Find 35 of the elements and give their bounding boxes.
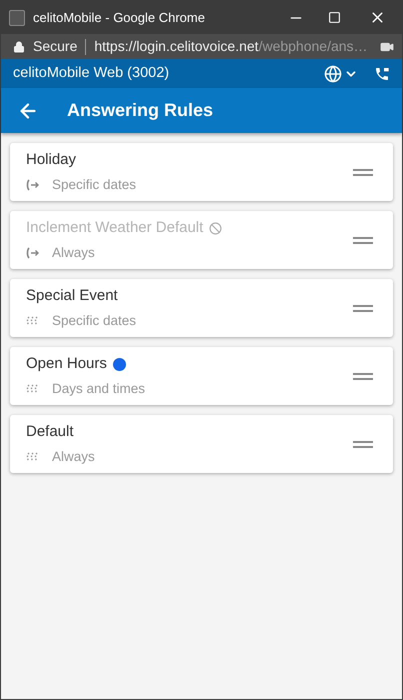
page-title: Answering Rules <box>67 99 214 122</box>
drag-handle-icon[interactable] <box>353 440 373 448</box>
rule-schedule: Specific dates <box>52 176 136 194</box>
drag-handle-icon[interactable] <box>353 236 373 244</box>
lock-icon <box>13 40 25 52</box>
rule-card[interactable]: Holiday Specific dates <box>10 143 393 201</box>
window-title: celitoMobile - Google Chrome <box>33 8 206 27</box>
app-icon <box>9 10 25 26</box>
call-forward-icon <box>26 178 40 191</box>
app-title: celitoMobile Web (3002) <box>13 64 170 83</box>
rule-name: Default <box>26 422 74 442</box>
disabled-icon <box>209 222 222 235</box>
ring-icon <box>26 450 40 463</box>
url-host[interactable]: https://login.celitovoice.net <box>94 36 259 57</box>
phone-icon[interactable] <box>374 66 390 82</box>
rule-card[interactable]: Default Always <box>10 415 393 473</box>
drag-handle-icon[interactable] <box>353 168 373 176</box>
drag-handle-icon[interactable] <box>353 304 373 312</box>
rule-card[interactable]: Special Event Specific dates <box>10 279 393 337</box>
rule-name: Special Event <box>26 286 118 306</box>
ring-icon <box>26 314 40 327</box>
rule-name: Open Hours <box>26 354 107 374</box>
rule-card[interactable]: Open Hours Days and times <box>10 347 393 405</box>
rule-name: Holiday <box>26 150 76 170</box>
language-icon[interactable] <box>324 64 342 82</box>
rule-schedule: Always <box>52 244 95 262</box>
rule-schedule: Always <box>52 448 95 466</box>
drag-handle-icon[interactable] <box>353 372 373 380</box>
maximize-icon[interactable] <box>328 11 341 24</box>
rule-name: Inclement Weather Default <box>26 218 204 238</box>
rule-schedule: Specific dates <box>52 312 136 330</box>
security-label: Secure <box>33 37 78 56</box>
call-forward-icon <box>26 246 40 259</box>
ring-icon <box>26 382 40 395</box>
rule-schedule: Days and times <box>52 380 146 398</box>
